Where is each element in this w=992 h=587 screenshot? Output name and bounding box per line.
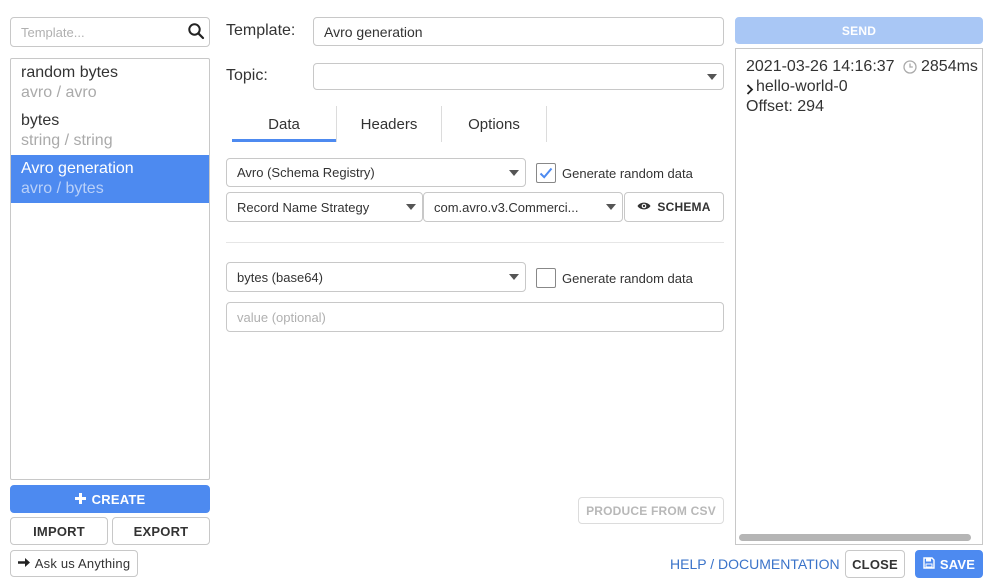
save-label: SAVE xyxy=(939,556,976,572)
chevron-down-icon xyxy=(406,204,416,210)
template-name-value: Avro generation xyxy=(324,23,423,40)
key-serializer-select[interactable]: Avro (Schema Registry) xyxy=(226,158,526,187)
export-label: EXPORT xyxy=(133,523,189,539)
chevron-down-icon xyxy=(509,169,519,176)
tab-data-label: Data xyxy=(268,115,300,133)
template-search-input[interactable]: Template... xyxy=(10,17,210,47)
ask-us-anything-button[interactable]: Ask us Anything xyxy=(10,550,138,577)
template-label: Template: xyxy=(226,22,296,39)
horizontal-scrollbar[interactable] xyxy=(739,534,971,541)
result-panel: 2021-03-26 14:16:37 2854ms hello-world-0… xyxy=(735,48,983,545)
tab-data[interactable]: Data xyxy=(232,106,336,142)
template-item-subtitle: string / string xyxy=(21,132,113,149)
template-list: random bytes avro / avro bytes string / … xyxy=(10,58,210,480)
chevron-down-icon xyxy=(707,73,717,80)
subject-select[interactable]: com.avro.v3.Commerci... xyxy=(423,192,623,222)
export-button[interactable]: EXPORT xyxy=(112,517,210,545)
key-generate-checkbox[interactable] xyxy=(536,163,556,183)
eye-icon xyxy=(637,200,651,214)
save-icon xyxy=(923,556,935,572)
template-item-title: bytes xyxy=(21,112,60,129)
ask-label: Ask us Anything xyxy=(34,556,131,571)
close-button[interactable]: CLOSE xyxy=(845,550,905,578)
close-label: CLOSE xyxy=(852,556,898,572)
value-placeholder: value (optional) xyxy=(237,309,326,325)
result-timestamp: 2021-03-26 14:16:37 xyxy=(746,58,895,75)
result-offset: Offset: 294 xyxy=(746,98,824,115)
template-list-item-selected[interactable]: Avro generation avro / bytes xyxy=(11,155,209,203)
template-item-subtitle: avro / avro xyxy=(21,84,97,101)
value-serializer-select[interactable]: bytes (base64) xyxy=(226,262,526,292)
create-button[interactable]: CREATE xyxy=(10,485,210,513)
value-serializer-value: bytes (base64) xyxy=(237,269,323,285)
key-serializer-value: Avro (Schema Registry) xyxy=(237,165,375,180)
section-divider xyxy=(226,242,724,243)
help-documentation-link[interactable]: HELP / DOCUMENTATION xyxy=(670,556,840,572)
subject-value: com.avro.v3.Commerci... xyxy=(434,199,579,215)
strategy-select[interactable]: Record Name Strategy xyxy=(226,192,423,222)
tab-options[interactable]: Options xyxy=(442,106,546,142)
checkmark-icon xyxy=(539,167,553,179)
schema-label: SCHEMA xyxy=(657,200,711,214)
tab-options-label: Options xyxy=(468,115,520,133)
save-button[interactable]: SAVE xyxy=(915,550,983,578)
produce-from-csv-button[interactable]: PRODUCE FROM CSV xyxy=(578,497,724,524)
import-label: IMPORT xyxy=(33,523,85,539)
tab-headers[interactable]: Headers xyxy=(337,106,441,142)
create-label: CREATE xyxy=(91,491,146,507)
search-placeholder: Template... xyxy=(21,24,85,40)
template-item-title: random bytes xyxy=(21,64,118,81)
template-name-input[interactable]: Avro generation xyxy=(313,17,724,46)
result-duration: 2854ms xyxy=(921,58,978,75)
search-icon[interactable] xyxy=(187,22,205,43)
chevron-down-icon xyxy=(606,204,616,210)
topic-label: Topic: xyxy=(226,67,268,84)
chevron-down-icon xyxy=(509,274,519,280)
send-button[interactable]: SEND xyxy=(735,17,983,44)
arrow-right-icon xyxy=(17,556,30,571)
template-list-item[interactable]: bytes string / string xyxy=(11,107,209,155)
topic-select[interactable] xyxy=(313,63,724,90)
template-item-subtitle: avro / bytes xyxy=(21,180,104,197)
schema-button[interactable]: SCHEMA xyxy=(624,192,724,222)
value-generate-label: Generate random data xyxy=(562,271,693,286)
result-partition[interactable]: hello-world-0 xyxy=(756,78,848,96)
import-button[interactable]: IMPORT xyxy=(10,517,108,545)
value-input[interactable]: value (optional) xyxy=(226,302,724,332)
send-label: SEND xyxy=(841,23,877,38)
template-item-title: Avro generation xyxy=(21,160,134,177)
template-list-item[interactable]: random bytes avro / avro xyxy=(11,59,209,107)
tab-divider xyxy=(546,106,547,142)
key-generate-label: Generate random data xyxy=(562,166,693,181)
produce-csv-label: PRODUCE FROM CSV xyxy=(586,503,716,518)
strategy-value: Record Name Strategy xyxy=(237,199,370,215)
tab-active-indicator xyxy=(232,139,336,142)
value-generate-checkbox[interactable] xyxy=(536,268,556,288)
tab-headers-label: Headers xyxy=(360,115,418,133)
plus-icon xyxy=(74,492,86,507)
clock-icon xyxy=(903,60,917,79)
